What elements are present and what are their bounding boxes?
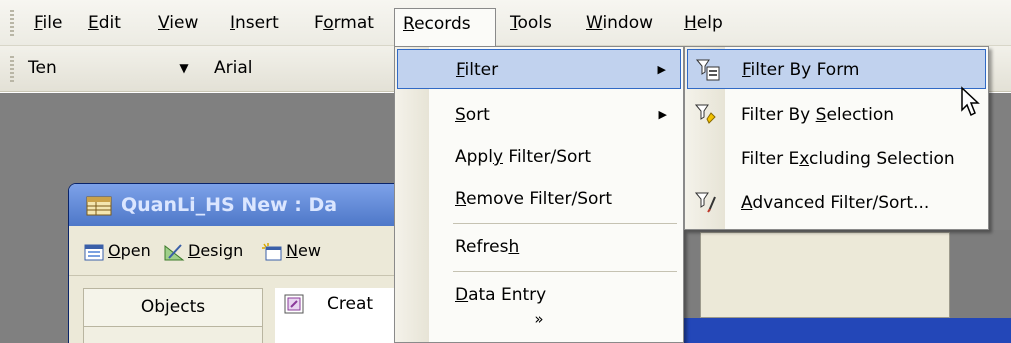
menu-item-advanced-filter-sort[interactable]: Advanced Filter/Sort... xyxy=(687,183,986,223)
menu-insert[interactable]: Insert xyxy=(222,0,287,46)
objects-header[interactable]: Objects xyxy=(84,289,262,327)
menu-item-remove-filter-sort[interactable]: Remove Filter/Sort xyxy=(397,179,681,219)
records-menu: Filter ▶ Sort ▶ Apply Filter/Sort Remove… xyxy=(394,46,684,343)
menu-bar-grip[interactable] xyxy=(10,10,14,36)
open-button[interactable]: Open xyxy=(83,238,151,264)
objects-pane: Objects xyxy=(83,288,263,343)
design-button[interactable]: Design xyxy=(163,238,243,264)
menu-bar: File Edit View Insert Format Records Too… xyxy=(0,0,1011,46)
expand-menu-icon[interactable]: » xyxy=(397,299,681,339)
new-button[interactable]: New xyxy=(261,238,321,264)
list-item[interactable]: Creat xyxy=(283,290,373,318)
background-window-pane xyxy=(700,232,950,318)
create-wizard-icon xyxy=(284,294,304,314)
advanced-filter-icon xyxy=(695,192,716,213)
menu-format[interactable]: Format xyxy=(306,0,382,46)
menu-item-sort[interactable]: Sort ▶ xyxy=(397,95,681,135)
background-window-titlebar xyxy=(682,318,1011,343)
menu-item-filter-by-form[interactable]: Filter By Form xyxy=(687,49,986,89)
menu-view[interactable]: View xyxy=(150,0,206,46)
menu-window[interactable]: Window xyxy=(578,0,661,46)
menu-item-refresh[interactable]: Refresh xyxy=(397,227,681,267)
font-combo[interactable]: Arial xyxy=(208,54,388,82)
database-window-title: QuanLi_HS New : Da xyxy=(121,194,338,216)
submenu-arrow-icon: ▶ xyxy=(657,63,666,76)
menu-help[interactable]: Help xyxy=(676,0,731,46)
filter-by-form-icon xyxy=(696,59,720,81)
object-combo[interactable]: Ten xyxy=(22,54,162,82)
submenu-arrow-icon: ▶ xyxy=(658,108,667,121)
menu-records[interactable]: Records xyxy=(394,8,496,46)
new-icon xyxy=(262,242,282,260)
menu-item-filter[interactable]: Filter ▶ xyxy=(397,49,681,89)
object-combo-dropdown-icon[interactable]: ▼ xyxy=(172,54,196,82)
menu-separator xyxy=(453,271,677,272)
menu-item-apply-filter-sort[interactable]: Apply Filter/Sort xyxy=(397,137,681,177)
database-icon xyxy=(86,196,112,216)
open-icon xyxy=(84,244,104,260)
menu-item-filter-by-selection[interactable]: Filter By Selection xyxy=(687,95,986,135)
menu-separator xyxy=(453,223,677,224)
toolbar-grip[interactable] xyxy=(10,56,14,82)
menu-file[interactable]: File xyxy=(26,0,70,46)
menu-item-filter-excluding-selection[interactable]: Filter Excluding Selection xyxy=(687,139,986,179)
menu-tools[interactable]: Tools xyxy=(502,0,560,46)
design-icon xyxy=(164,243,185,260)
mouse-pointer-icon xyxy=(961,86,980,117)
filter-submenu: Filter By Form Filter By Selection Filte… xyxy=(684,46,989,230)
filter-by-selection-icon xyxy=(695,104,716,124)
menu-edit[interactable]: Edit xyxy=(80,0,129,46)
